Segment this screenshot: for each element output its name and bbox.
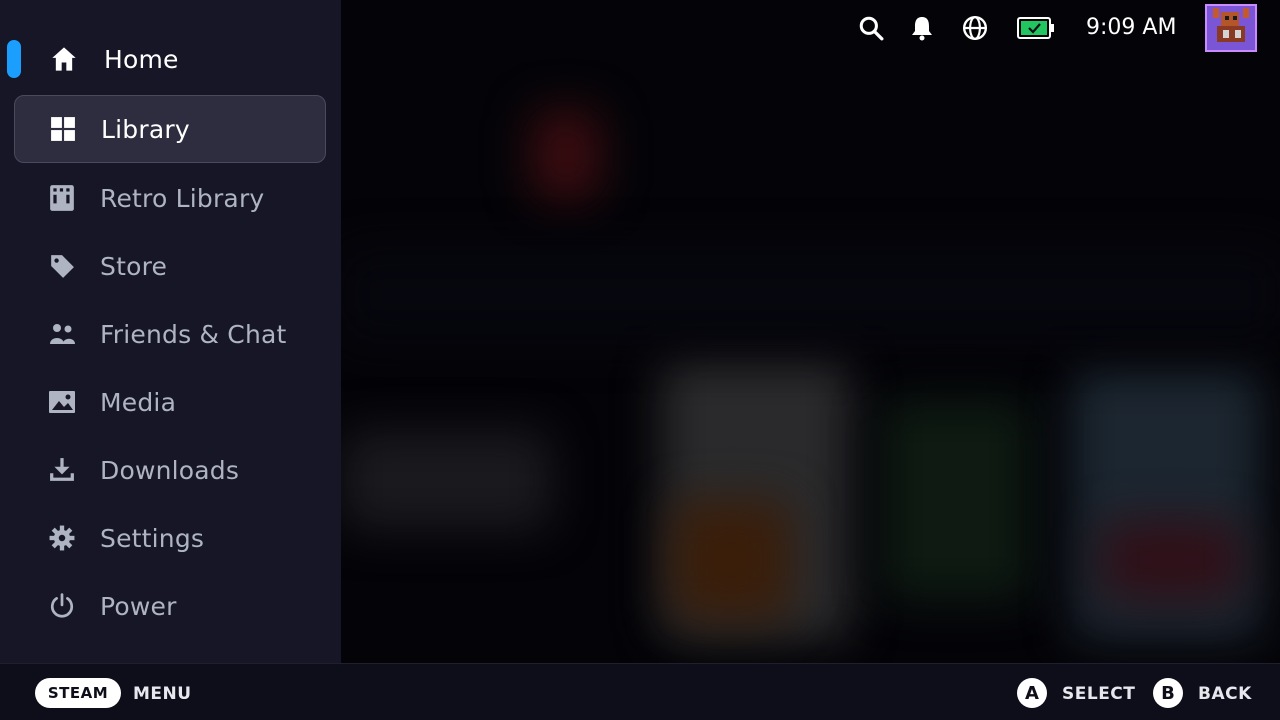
nav-label-library: Library [101,114,190,144]
nav-label-retro-library: Retro Library [100,183,265,213]
nav-item-library[interactable]: Library [14,95,326,163]
steam-button[interactable]: STEAM [35,678,121,708]
friends-icon [48,320,76,348]
nav-label-downloads: Downloads [100,455,240,485]
nav-label-store: Store [100,251,168,281]
search-icon[interactable] [857,14,885,42]
nav-label-power: Power [100,591,177,621]
battery-icon[interactable] [1016,14,1056,42]
avatar[interactable] [1205,4,1257,52]
download-icon [48,456,76,484]
nav-item-home[interactable]: Home [14,25,326,93]
home-icon [50,45,78,73]
back-label: BACK [1198,684,1252,704]
nav-item-friends-chat[interactable]: Friends & Chat [14,300,326,368]
power-icon [48,592,76,620]
b-button[interactable]: B [1153,678,1183,708]
nav-item-settings[interactable]: Settings [14,504,326,572]
nav-item-media[interactable]: Media [14,368,326,436]
clock: 9:09 AM [1086,15,1177,40]
image-icon [48,388,76,416]
blurred-background [341,0,1280,663]
tag-icon [48,252,76,280]
nav-item-store[interactable]: Store [14,232,326,300]
a-button[interactable]: A [1017,678,1047,708]
footer-bar: STEAM MENU A SELECT B BACK [0,663,1280,720]
gear-icon [48,524,76,552]
bell-icon[interactable] [908,14,936,42]
main-sidebar: Home Library Retro Library Store Friends… [0,0,341,663]
library-grid-icon [49,115,77,143]
menu-label: MENU [133,684,192,704]
nav-label-media: Media [100,387,177,417]
nav-label-friends-chat: Friends & Chat [100,319,287,349]
globe-icon[interactable] [961,14,989,42]
retro-library-icon [48,184,76,212]
select-label: SELECT [1062,684,1136,704]
nav-item-retro-library[interactable]: Retro Library [14,164,326,232]
nav-label-settings: Settings [100,523,205,553]
nav-item-downloads[interactable]: Downloads [14,436,326,504]
nav-item-power[interactable]: Power [14,572,326,640]
nav-label-home: Home [104,44,179,74]
